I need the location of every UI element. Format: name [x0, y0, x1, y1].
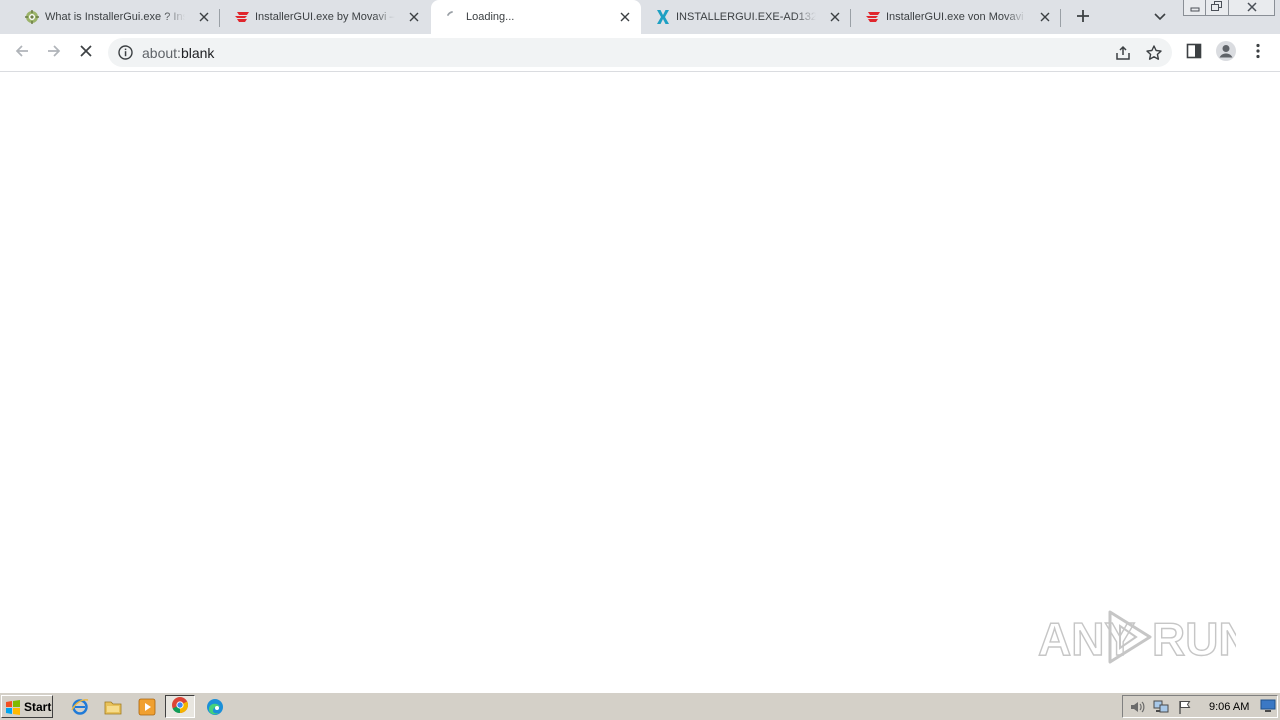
movavi-logo-icon: [234, 9, 250, 25]
minimize-icon: [1190, 1, 1200, 15]
window-controls: [1183, 0, 1275, 17]
stop-loading-button[interactable]: [74, 40, 98, 64]
tab-installergui-movavi-de[interactable]: InstallerGUI.exe von Movavi — Software: [851, 0, 1061, 34]
restore-icon: [1211, 0, 1223, 15]
info-icon[interactable]: [117, 44, 134, 61]
kebab-menu-icon: [1256, 43, 1260, 62]
tab-installergui-movavi[interactable]: InstallerGUI.exe by Movavi — Software: [220, 0, 430, 34]
tab-title: What is InstallerGui.exe ? InstallerGui.…: [45, 11, 185, 23]
side-panel-icon: [1186, 43, 1202, 62]
restore-button[interactable]: [1206, 0, 1229, 16]
plus-icon: [1076, 9, 1090, 26]
url-path: blank: [180, 45, 215, 61]
anyrun-watermark: ANY RUN: [1036, 606, 1252, 668]
internet-explorer-icon[interactable]: [70, 697, 90, 717]
tab-title: InstallerGUI.exe by Movavi — Software: [255, 11, 395, 23]
tab-installergui-pf[interactable]: INSTALLERGUI.EXE-AD1322C0.pf: [641, 0, 851, 34]
close-tab-icon[interactable]: [827, 9, 843, 25]
url-scheme: about:: [142, 45, 181, 61]
browser-toolbar: about:blank: [0, 34, 1280, 72]
loading-spinner-icon: [445, 9, 461, 25]
back-button[interactable]: [10, 40, 34, 64]
tab-separator: [1060, 9, 1061, 27]
arrow-right-icon: [46, 43, 62, 62]
clock[interactable]: 9:06 AM: [1209, 701, 1249, 713]
close-tab-icon[interactable]: [196, 9, 212, 25]
close-window-button[interactable]: [1229, 0, 1275, 16]
close-tab-icon[interactable]: [1037, 9, 1053, 25]
close-tab-icon[interactable]: [617, 9, 633, 25]
minimize-button[interactable]: [1183, 0, 1206, 16]
side-panel-button[interactable]: [1182, 40, 1206, 64]
browser-menu-button[interactable]: [1246, 40, 1270, 64]
arrow-left-icon: [14, 43, 30, 62]
chrome-icon: [171, 696, 189, 717]
x-logo-icon: [655, 9, 671, 25]
network-icon[interactable]: [1153, 699, 1169, 715]
address-bar[interactable]: about:blank: [108, 38, 1172, 67]
profile-button[interactable]: [1214, 40, 1238, 64]
taskbar: Start 9:06 AM: [0, 692, 1280, 720]
watermark-text-right: RUN: [1152, 613, 1236, 665]
tab-title: InstallerGUI.exe von Movavi — Software: [886, 11, 1026, 23]
gear-globe-icon: [24, 9, 40, 25]
new-tab-button[interactable]: [1071, 5, 1095, 29]
close-icon: [1246, 1, 1257, 15]
system-tray: 9:06 AM: [1122, 695, 1278, 718]
url-text: about:blank: [142, 45, 214, 61]
tab-search-button[interactable]: [1150, 7, 1170, 27]
start-button[interactable]: Start: [1, 695, 53, 718]
page-content: [0, 72, 1280, 692]
tab-title: Loading...: [466, 11, 515, 23]
folder-icon[interactable]: [103, 697, 123, 717]
tab-strip: What is InstallerGui.exe ? InstallerGui.…: [0, 0, 1280, 34]
windows-flag-icon: [5, 699, 21, 715]
chrome-taskbar-button[interactable]: [165, 695, 195, 718]
forward-button[interactable]: [42, 40, 66, 64]
desktop-icon[interactable]: [1260, 699, 1276, 715]
tab-loading[interactable]: Loading...: [431, 0, 641, 34]
start-label: Start: [24, 699, 52, 714]
flag-icon[interactable]: [1177, 699, 1193, 715]
edge-icon[interactable]: [205, 697, 225, 717]
star-icon[interactable]: [1145, 44, 1163, 62]
profile-icon: [1215, 40, 1237, 65]
chevron-down-icon: [1154, 10, 1166, 24]
movavi-logo-icon: [865, 9, 881, 25]
close-tab-icon[interactable]: [406, 9, 422, 25]
tab-installergui-info[interactable]: What is InstallerGui.exe ? InstallerGui.…: [10, 0, 220, 34]
close-icon: [79, 44, 93, 61]
speaker-icon[interactable]: [1129, 699, 1145, 715]
share-icon[interactable]: [1114, 44, 1132, 62]
tab-title: INSTALLERGUI.EXE-AD1322C0.pf: [676, 11, 816, 23]
media-player-icon[interactable]: [137, 697, 157, 717]
